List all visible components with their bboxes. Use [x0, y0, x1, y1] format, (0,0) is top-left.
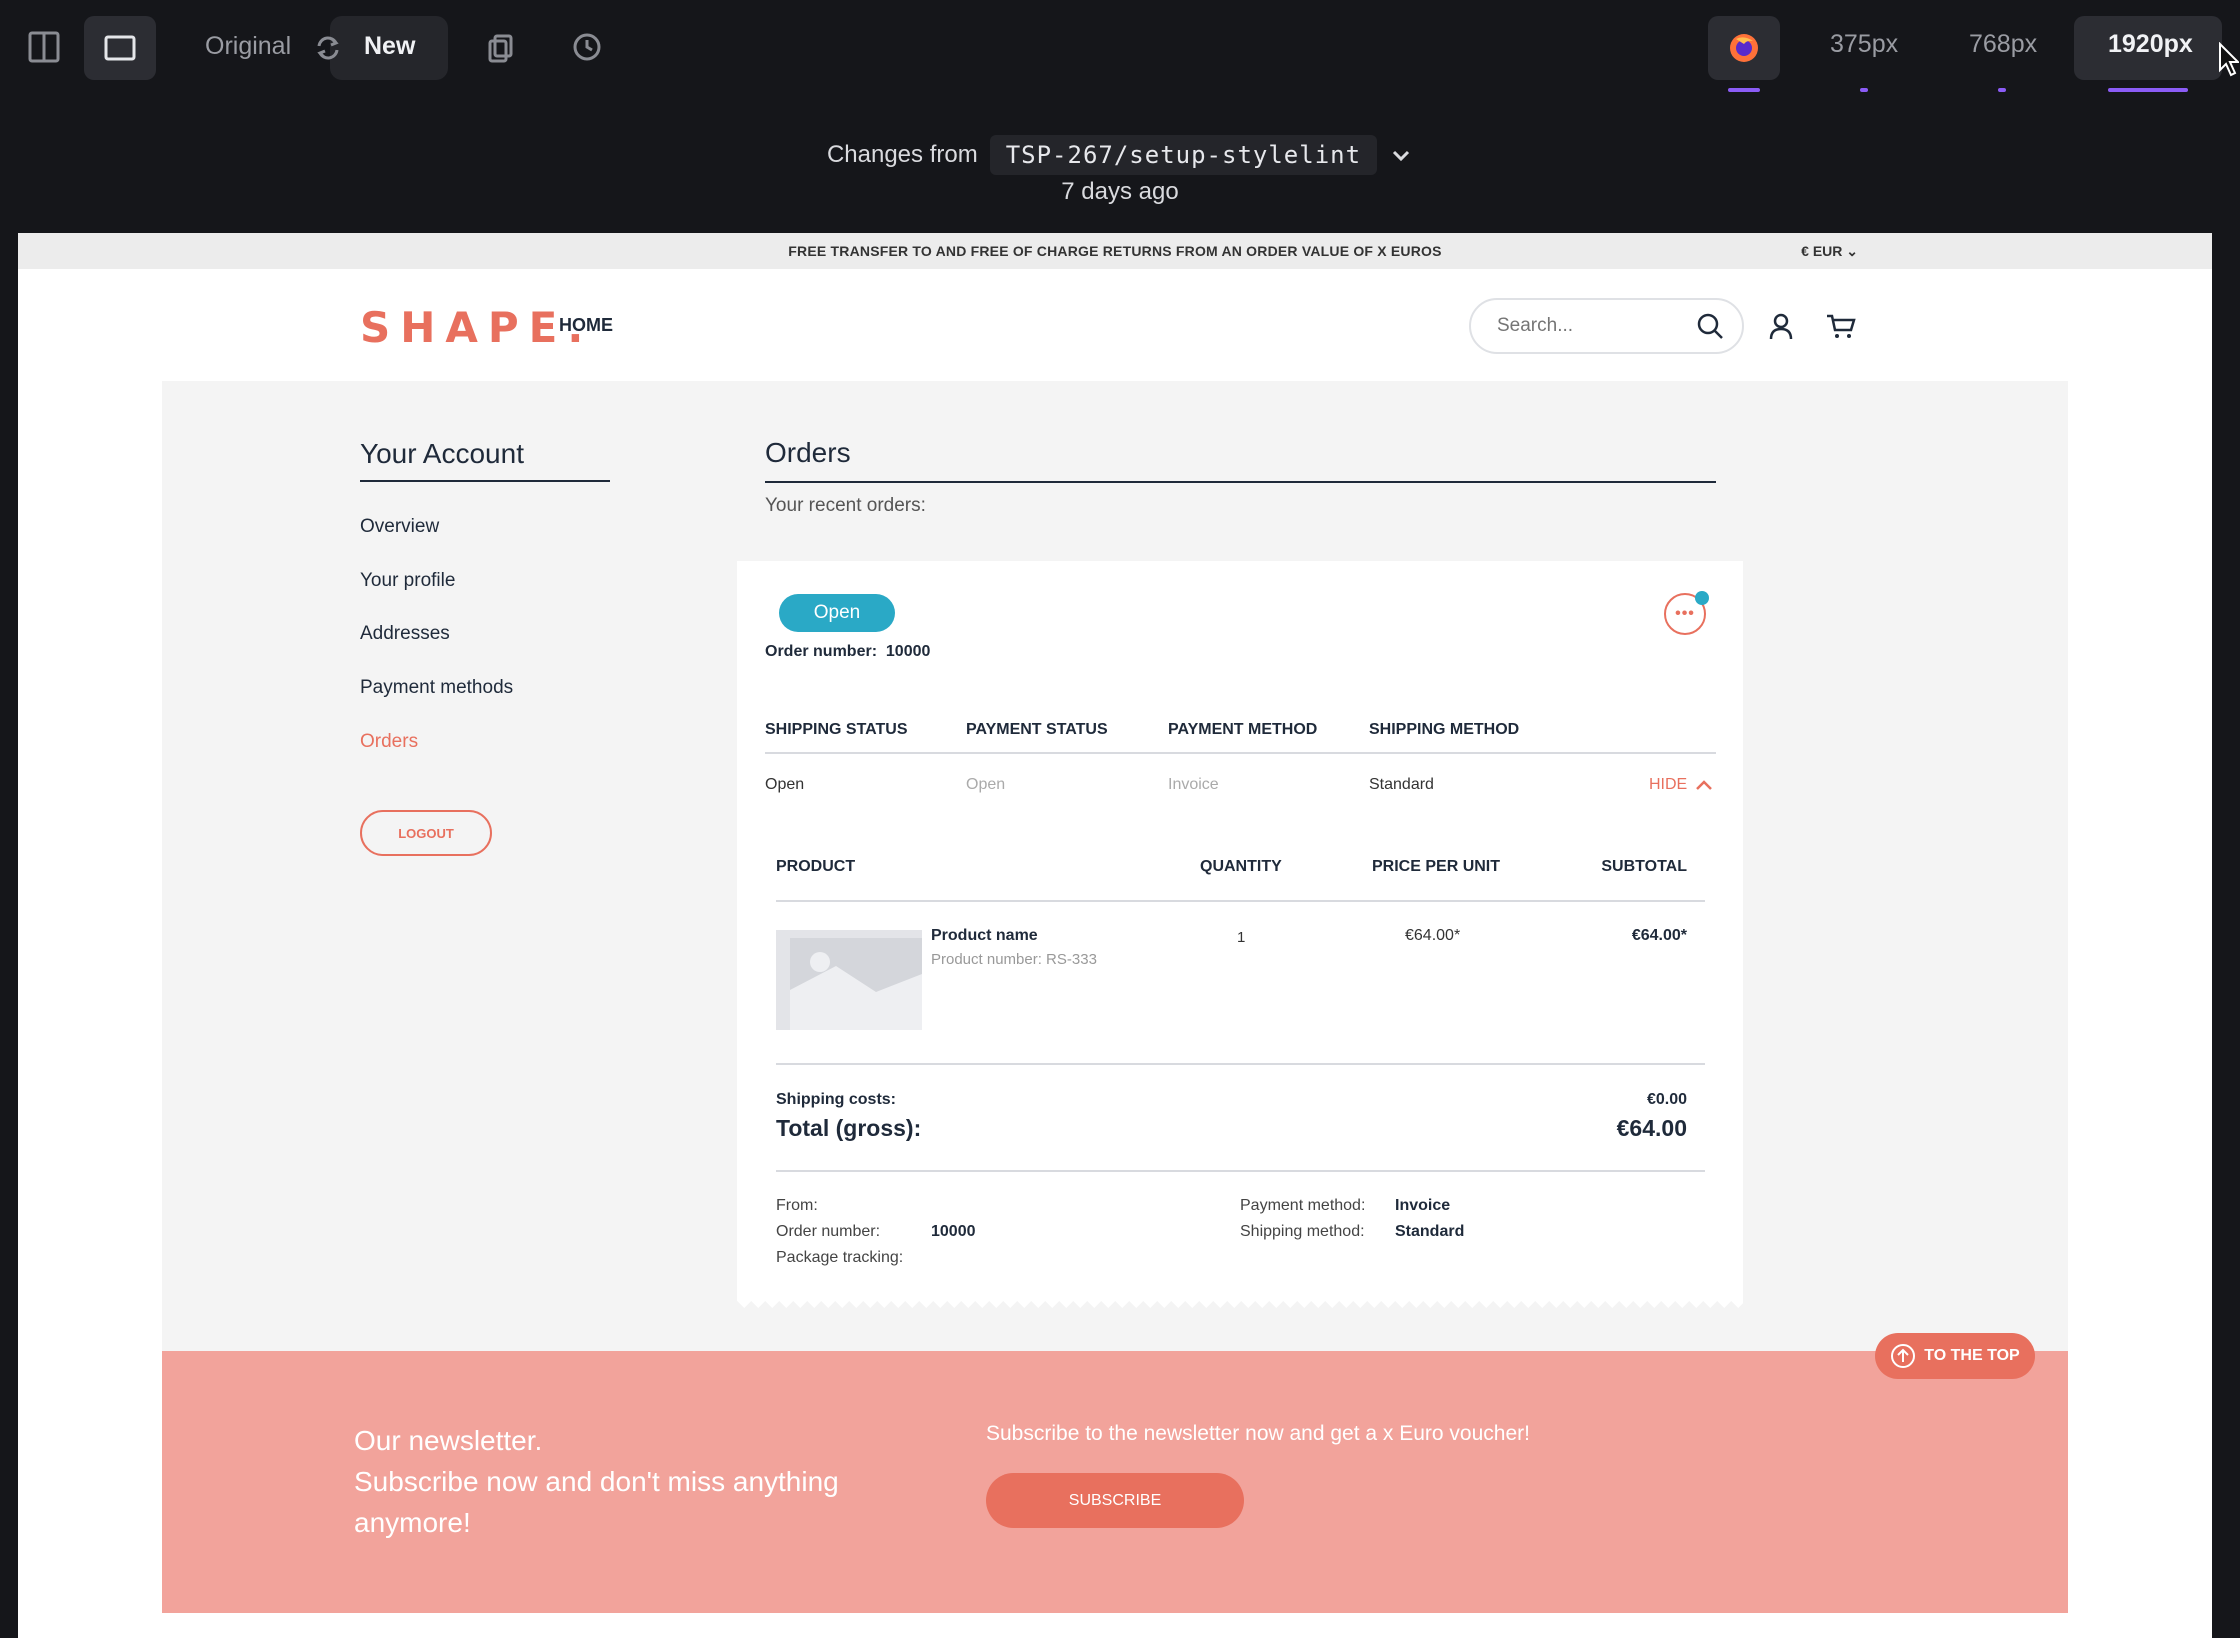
- logout-button[interactable]: LOGOUT: [360, 810, 492, 856]
- firefox-underline: [1728, 88, 1760, 92]
- account-title: Your Account: [360, 438, 610, 482]
- shipping-costs-label: Shipping costs:: [776, 1091, 896, 1108]
- payment-method-header: PAYMENT METHOD: [1168, 721, 1318, 738]
- newsletter-title: Our newsletter. Subscribe now and don't …: [354, 1425, 839, 1538]
- meta-payment-method-label: Payment method:: [1240, 1197, 1366, 1214]
- chevron-down-icon[interactable]: [1389, 143, 1413, 167]
- nav-home[interactable]: HOME: [559, 315, 613, 336]
- cart-icon[interactable]: [1824, 311, 1858, 341]
- newsletter-subtitle: Subscribe to the newsletter now and get …: [986, 1422, 1530, 1445]
- product-price: €64.00*: [1405, 927, 1461, 944]
- shipping-method-header: SHIPPING METHOD: [1369, 721, 1520, 738]
- product-header: PRODUCT: [776, 858, 856, 875]
- meta-order-number-label: Order number:: [776, 1223, 881, 1240]
- subtotal-header: SUBTOTAL: [1601, 858, 1687, 875]
- product-quantity: 1: [1237, 929, 1246, 946]
- size-1920[interactable]: 1920px: [2108, 30, 2193, 59]
- status-badge: Open: [779, 594, 895, 632]
- meta-shipping-method-label: Shipping method:: [1240, 1223, 1365, 1240]
- time-ago: 7 days ago: [1061, 178, 1179, 205]
- split-view-icon[interactable]: [22, 22, 66, 72]
- cursor-icon: [2216, 40, 2240, 80]
- size-768-marker: [1998, 88, 2006, 92]
- product-header-divider: [776, 900, 1705, 902]
- orders-title: Orders: [765, 437, 1716, 483]
- notification-dot: [1695, 591, 1709, 605]
- size-768[interactable]: 768px: [1969, 30, 2037, 59]
- size-1920-marker: [2108, 88, 2188, 92]
- totals-divider: [776, 1170, 1705, 1172]
- swap-icon[interactable]: [310, 30, 346, 66]
- product-subtotal: €64.00*: [1631, 927, 1687, 944]
- to-the-top-label: TO THE TOP: [1924, 1347, 2020, 1364]
- top-toolbar: Original New 375px 768px 1920px: [0, 0, 2240, 100]
- diff-info: Changes from TSP-267/setup-stylelint: [0, 135, 2240, 175]
- sidebar-item-profile[interactable]: Your profile: [360, 570, 455, 592]
- shipping-status-header: SHIPPING STATUS: [765, 721, 908, 738]
- product-name[interactable]: Product name: [931, 927, 1038, 945]
- sidebar-item-addresses[interactable]: Addresses: [360, 623, 450, 645]
- history-icon[interactable]: [568, 28, 608, 68]
- branch-name[interactable]: TSP-267/setup-stylelint: [989, 135, 1378, 175]
- order-number: Order number: 10000: [765, 643, 930, 661]
- sidebar-item-orders[interactable]: Orders: [360, 731, 418, 753]
- subscribe-button[interactable]: SUBSCRIBE: [986, 1473, 1244, 1528]
- announcement-bar: FREE TRANSFER TO AND FREE OF CHARGE RETU…: [18, 233, 2212, 269]
- status-divider: [765, 752, 1716, 754]
- payment-status-header: PAYMENT STATUS: [966, 721, 1108, 738]
- new-tab-label[interactable]: New: [364, 32, 415, 61]
- package-tracking-label: Package tracking:: [776, 1249, 904, 1266]
- single-view-icon[interactable]: [84, 16, 156, 80]
- product-image-placeholder: [776, 930, 922, 1030]
- copy-icon[interactable]: [481, 28, 521, 68]
- currency-selector[interactable]: € EUR ⌄: [1801, 243, 1858, 260]
- shipping-method-value: Standard: [1369, 776, 1434, 793]
- changes-from-label: Changes from: [826, 141, 978, 168]
- total-value: €64.00: [1616, 1115, 1687, 1141]
- site-preview: FREE TRANSFER TO AND FREE OF CHARGE RETU…: [18, 233, 2212, 1638]
- price-per-unit-header: PRICE PER UNIT: [1372, 858, 1501, 875]
- meta-payment-method-value: Invoice: [1395, 1197, 1451, 1214]
- size-375-marker: [1860, 88, 1868, 92]
- chevron-up-icon: [1696, 780, 1713, 790]
- search-input[interactable]: [1497, 315, 1687, 337]
- from-label: From:: [776, 1197, 818, 1214]
- order-card-edge: [737, 1301, 1743, 1315]
- quantity-header: QUANTITY: [1200, 858, 1282, 875]
- original-tab[interactable]: Original: [205, 32, 291, 61]
- sidebar-item-overview[interactable]: Overview: [360, 516, 439, 538]
- order-number-label: Order number:: [765, 643, 878, 660]
- hide-label: HIDE: [1649, 776, 1688, 793]
- meta-order-number-value: 10000: [931, 1223, 976, 1240]
- shipping-status-value: Open: [765, 776, 805, 793]
- payment-status-value: Open: [966, 776, 1006, 793]
- user-icon[interactable]: [1766, 311, 1796, 341]
- payment-method-value: Invoice: [1168, 776, 1219, 793]
- product-row-divider: [776, 1063, 1705, 1065]
- to-the-top-button[interactable]: TO THE TOP: [1875, 1333, 2035, 1379]
- meta-shipping-method-value: Standard: [1395, 1223, 1465, 1240]
- firefox-browser-icon[interactable]: [1708, 16, 1780, 80]
- arrow-up-icon: [1891, 1344, 1916, 1368]
- search-icon[interactable]: [1695, 311, 1725, 341]
- size-375[interactable]: 375px: [1830, 30, 1898, 59]
- shipping-costs-value: €0.00: [1646, 1091, 1687, 1108]
- hide-details-button[interactable]: HIDE: [1649, 776, 1713, 794]
- product-number: Product number: RS-333: [931, 951, 1097, 968]
- recent-orders-label: Your recent orders:: [765, 495, 926, 516]
- sidebar-item-payment-methods[interactable]: Payment methods: [360, 677, 513, 699]
- order-number-value: 10000: [885, 643, 931, 660]
- total-label: Total (gross):: [776, 1115, 922, 1141]
